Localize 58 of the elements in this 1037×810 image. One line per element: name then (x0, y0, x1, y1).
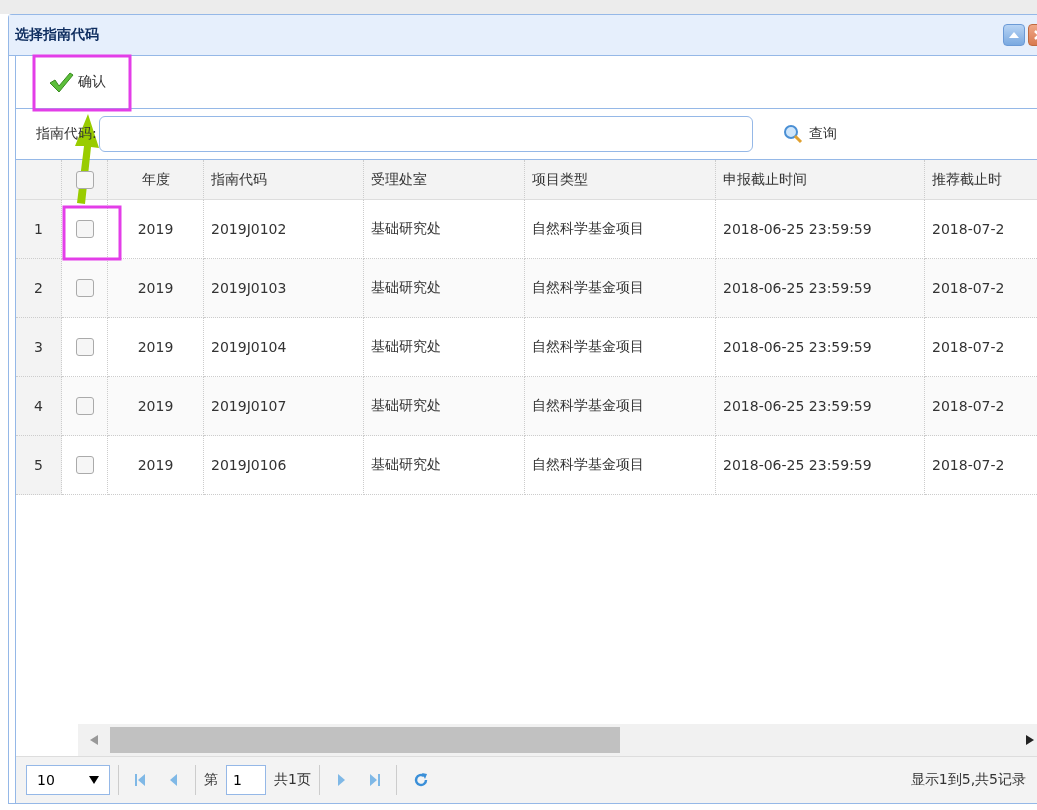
window-title: 选择指南代码 (15, 26, 99, 44)
table-cell: 2019 (108, 377, 204, 436)
check-icon (48, 71, 74, 93)
table-cell: 基础研究处 (364, 377, 525, 436)
table-cell: 2019J0107 (204, 377, 364, 436)
page-size-select[interactable]: 10 (26, 765, 110, 795)
row-number: 1 (16, 200, 62, 259)
scroll-right-icon[interactable] (1026, 735, 1034, 745)
row-number: 5 (16, 436, 62, 495)
column-header[interactable]: 项目类型 (525, 160, 716, 200)
table-cell: 基础研究处 (364, 259, 525, 318)
table-cell: 2018-07-2 (925, 377, 1037, 436)
caret-icon (89, 776, 99, 784)
highlight-frame (62, 205, 122, 261)
table-cell: 2019 (108, 259, 204, 318)
horizontal-scrollbar[interactable] (78, 724, 1037, 756)
row-number: 2 (16, 259, 62, 318)
table-cell: 自然科学基金项目 (525, 436, 716, 495)
table-cell: 2018-07-2 (925, 259, 1037, 318)
checkbox[interactable] (75, 279, 94, 297)
checkbox[interactable] (75, 338, 94, 356)
up-triangle-icon (1009, 32, 1019, 38)
table-cell: 2018-07-2 (925, 436, 1037, 495)
column-header[interactable]: 受理处室 (364, 160, 525, 200)
table-cell: 2019J0103 (204, 259, 364, 318)
column-header[interactable]: 年度 (108, 160, 204, 200)
first-page-icon (135, 773, 145, 787)
table-cell: 自然科学基金项目 (525, 259, 716, 318)
checkbox[interactable] (75, 456, 94, 474)
table-cell: 2018-06-25 23:59:59 (716, 259, 925, 318)
table-cell: 自然科学基金项目 (525, 377, 716, 436)
page-total: 共1页 (274, 771, 311, 789)
table-cell: 2018-06-25 23:59:59 (716, 436, 925, 495)
left-triangle-icon (169, 773, 179, 787)
scroll-left-icon[interactable] (90, 735, 98, 745)
table-cell: 2019 (108, 436, 204, 495)
checkbox[interactable] (75, 220, 94, 238)
search-button[interactable]: 查询 (776, 123, 843, 145)
right-triangle-icon (335, 773, 346, 787)
table-cell: 2018-06-25 23:59:59 (716, 377, 925, 436)
table-cell: 基础研究处 (364, 436, 525, 495)
collapse-button[interactable] (1003, 24, 1025, 46)
table-cell: 2019J0106 (204, 436, 364, 495)
search-field[interactable] (98, 116, 753, 152)
last-page-icon (369, 773, 380, 787)
checkbox[interactable] (75, 170, 94, 189)
column-header[interactable]: 推荐截止时 (925, 160, 1037, 200)
record-summary: 显示1到5,共5记录 (910, 771, 1026, 789)
page-number-field[interactable]: 1 (226, 765, 266, 795)
column-header[interactable]: 指南代码 (204, 160, 364, 200)
page-label: 第 (204, 771, 218, 789)
row-number: 4 (16, 377, 62, 436)
scroll-thumb[interactable] (110, 727, 620, 753)
row-number: 3 (16, 318, 62, 377)
search-icon (782, 124, 803, 144)
checkbox[interactable] (75, 397, 94, 415)
column-header[interactable]: 申报截止时间 (716, 160, 925, 200)
confirm-button[interactable]: 确认 (44, 67, 110, 97)
